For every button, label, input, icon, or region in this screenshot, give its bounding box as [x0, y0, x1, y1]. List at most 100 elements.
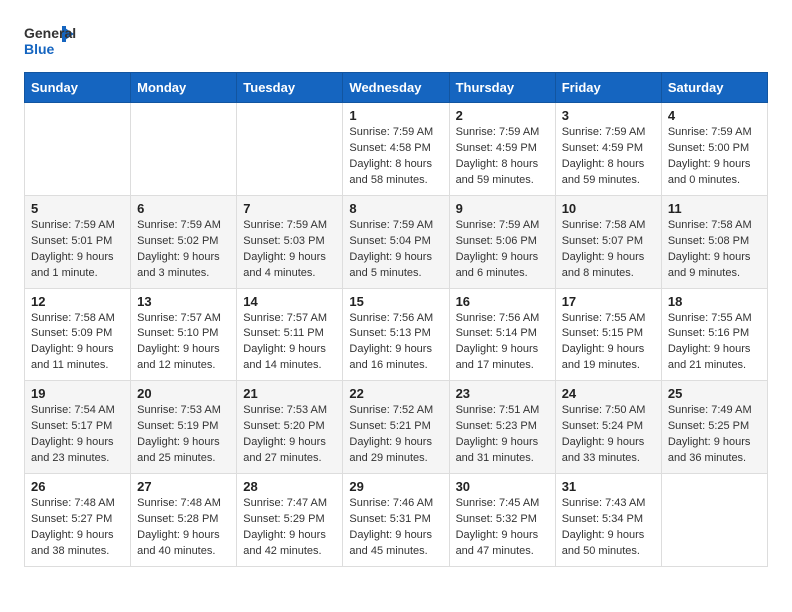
calendar-cell: 27 Sunrise: 7:48 AM Sunset: 5:28 PM Dayli…: [131, 474, 237, 567]
day-number: 31: [562, 479, 655, 494]
calendar-cell: 16 Sunrise: 7:56 AM Sunset: 5:14 PM Dayli…: [449, 288, 555, 381]
cell-text: Sunrise: 7:53 AM Sunset: 5:20 PM Dayligh…: [243, 403, 336, 467]
day-number: 20: [137, 386, 230, 401]
cell-text: Sunrise: 7:59 AM Sunset: 4:58 PM Dayligh…: [349, 125, 442, 189]
day-number: 12: [31, 294, 124, 309]
day-number: 5: [31, 201, 124, 216]
cell-text: Sunrise: 7:56 AM Sunset: 5:14 PM Dayligh…: [456, 311, 549, 375]
calendar-table: SundayMondayTuesdayWednesdayThursdayFrid…: [24, 72, 768, 567]
calendar-cell: 3Sunrise: 7:59 AM Sunset: 4:59 PM Daylig…: [555, 103, 661, 196]
calendar-cell: 12 Sunrise: 7:58 AM Sunset: 5:09 PM Dayli…: [25, 288, 131, 381]
day-number: 4: [668, 108, 761, 123]
calendar-week-row: 12 Sunrise: 7:58 AM Sunset: 5:09 PM Dayli…: [25, 288, 768, 381]
cell-text: Sunrise: 7:46 AM Sunset: 5:31 PM Dayligh…: [349, 496, 442, 560]
calendar-week-row: 5 Sunrise: 7:59 AM Sunset: 5:01 PM Daylig…: [25, 195, 768, 288]
calendar-cell: 13 Sunrise: 7:57 AM Sunset: 5:10 PM Dayli…: [131, 288, 237, 381]
calendar-cell: 20 Sunrise: 7:53 AM Sunset: 5:19 PM Dayli…: [131, 381, 237, 474]
calendar-cell: [25, 103, 131, 196]
weekday-header-tuesday: Tuesday: [237, 73, 343, 103]
calendar-cell: 10 Sunrise: 7:58 AM Sunset: 5:07 PM Dayli…: [555, 195, 661, 288]
cell-text: Sunrise: 7:59 AM Sunset: 5:01 PM Dayligh…: [31, 218, 124, 282]
cell-text: Sunrise: 7:48 AM Sunset: 5:27 PM Dayligh…: [31, 496, 124, 560]
calendar-cell: 11 Sunrise: 7:58 AM Sunset: 5:08 PM Dayli…: [661, 195, 767, 288]
day-number: 29: [349, 479, 442, 494]
day-number: 22: [349, 386, 442, 401]
day-number: 11: [668, 201, 761, 216]
cell-text: Sunrise: 7:57 AM Sunset: 5:10 PM Dayligh…: [137, 311, 230, 375]
day-number: 3: [562, 108, 655, 123]
day-number: 8: [349, 201, 442, 216]
cell-text: Sunrise: 7:58 AM Sunset: 5:08 PM Dayligh…: [668, 218, 761, 282]
day-number: 17: [562, 294, 655, 309]
calendar-cell: 23Sunrise: 7:51 AM Sunset: 5:23 PM Dayli…: [449, 381, 555, 474]
cell-text: Sunrise: 7:50 AM Sunset: 5:24 PM Dayligh…: [562, 403, 655, 467]
cell-text: Sunrise: 7:58 AM Sunset: 5:07 PM Dayligh…: [562, 218, 655, 282]
svg-text:General: General: [24, 25, 76, 41]
page: GeneralBlue SundayMondayTuesdayWednesday…: [0, 0, 792, 587]
day-number: 27: [137, 479, 230, 494]
calendar-cell: [661, 474, 767, 567]
day-number: 18: [668, 294, 761, 309]
day-number: 21: [243, 386, 336, 401]
day-number: 15: [349, 294, 442, 309]
cell-text: Sunrise: 7:59 AM Sunset: 5:06 PM Dayligh…: [456, 218, 549, 282]
calendar-cell: 5 Sunrise: 7:59 AM Sunset: 5:01 PM Daylig…: [25, 195, 131, 288]
svg-text:Blue: Blue: [24, 41, 55, 57]
calendar-cell: 26 Sunrise: 7:48 AM Sunset: 5:27 PM Dayli…: [25, 474, 131, 567]
calendar-cell: 6Sunrise: 7:59 AM Sunset: 5:02 PM Daylig…: [131, 195, 237, 288]
cell-text: Sunrise: 7:54 AM Sunset: 5:17 PM Dayligh…: [31, 403, 124, 467]
calendar-cell: 18 Sunrise: 7:55 AM Sunset: 5:16 PM Dayli…: [661, 288, 767, 381]
day-number: 2: [456, 108, 549, 123]
cell-text: Sunrise: 7:55 AM Sunset: 5:16 PM Dayligh…: [668, 311, 761, 375]
day-number: 1: [349, 108, 442, 123]
calendar-cell: 4Sunrise: 7:59 AM Sunset: 5:00 PM Daylig…: [661, 103, 767, 196]
calendar-cell: 7 Sunrise: 7:59 AM Sunset: 5:03 PM Daylig…: [237, 195, 343, 288]
day-number: 6: [137, 201, 230, 216]
cell-text: Sunrise: 7:53 AM Sunset: 5:19 PM Dayligh…: [137, 403, 230, 467]
day-number: 16: [456, 294, 549, 309]
calendar-cell: 28Sunrise: 7:47 AM Sunset: 5:29 PM Dayli…: [237, 474, 343, 567]
calendar-cell: [237, 103, 343, 196]
calendar-cell: 17Sunrise: 7:55 AM Sunset: 5:15 PM Dayli…: [555, 288, 661, 381]
calendar-cell: 31Sunrise: 7:43 AM Sunset: 5:34 PM Dayli…: [555, 474, 661, 567]
cell-text: Sunrise: 7:51 AM Sunset: 5:23 PM Dayligh…: [456, 403, 549, 467]
cell-text: Sunrise: 7:48 AM Sunset: 5:28 PM Dayligh…: [137, 496, 230, 560]
calendar-cell: 8 Sunrise: 7:59 AM Sunset: 5:04 PM Daylig…: [343, 195, 449, 288]
day-number: 30: [456, 479, 549, 494]
cell-text: Sunrise: 7:59 AM Sunset: 5:04 PM Dayligh…: [349, 218, 442, 282]
day-number: 9: [456, 201, 549, 216]
day-number: 26: [31, 479, 124, 494]
calendar-cell: 25 Sunrise: 7:49 AM Sunset: 5:25 PM Dayli…: [661, 381, 767, 474]
header: GeneralBlue: [24, 20, 768, 60]
day-number: 13: [137, 294, 230, 309]
weekday-header-row: SundayMondayTuesdayWednesdayThursdayFrid…: [25, 73, 768, 103]
day-number: 14: [243, 294, 336, 309]
calendar-cell: 24 Sunrise: 7:50 AM Sunset: 5:24 PM Dayli…: [555, 381, 661, 474]
weekday-header-sunday: Sunday: [25, 73, 131, 103]
calendar-week-row: 19 Sunrise: 7:54 AM Sunset: 5:17 PM Dayli…: [25, 381, 768, 474]
day-number: 25: [668, 386, 761, 401]
calendar-week-row: 1 Sunrise: 7:59 AM Sunset: 4:58 PM Daylig…: [25, 103, 768, 196]
day-number: 7: [243, 201, 336, 216]
cell-text: Sunrise: 7:58 AM Sunset: 5:09 PM Dayligh…: [31, 311, 124, 375]
cell-text: Sunrise: 7:45 AM Sunset: 5:32 PM Dayligh…: [456, 496, 549, 560]
calendar-cell: 9 Sunrise: 7:59 AM Sunset: 5:06 PM Daylig…: [449, 195, 555, 288]
calendar-cell: 29 Sunrise: 7:46 AM Sunset: 5:31 PM Dayli…: [343, 474, 449, 567]
cell-text: Sunrise: 7:57 AM Sunset: 5:11 PM Dayligh…: [243, 311, 336, 375]
cell-text: Sunrise: 7:52 AM Sunset: 5:21 PM Dayligh…: [349, 403, 442, 467]
calendar-cell: 14 Sunrise: 7:57 AM Sunset: 5:11 PM Dayli…: [237, 288, 343, 381]
day-number: 24: [562, 386, 655, 401]
cell-text: Sunrise: 7:59 AM Sunset: 5:03 PM Dayligh…: [243, 218, 336, 282]
calendar-week-row: 26 Sunrise: 7:48 AM Sunset: 5:27 PM Dayli…: [25, 474, 768, 567]
day-number: 10: [562, 201, 655, 216]
cell-text: Sunrise: 7:47 AM Sunset: 5:29 PM Dayligh…: [243, 496, 336, 560]
logo-svg: GeneralBlue: [24, 20, 84, 60]
calendar-cell: 19 Sunrise: 7:54 AM Sunset: 5:17 PM Dayli…: [25, 381, 131, 474]
cell-text: Sunrise: 7:49 AM Sunset: 5:25 PM Dayligh…: [668, 403, 761, 467]
weekday-header-monday: Monday: [131, 73, 237, 103]
day-number: 19: [31, 386, 124, 401]
cell-text: Sunrise: 7:56 AM Sunset: 5:13 PM Dayligh…: [349, 311, 442, 375]
calendar-cell: 21 Sunrise: 7:53 AM Sunset: 5:20 PM Dayli…: [237, 381, 343, 474]
calendar-cell: 2 Sunrise: 7:59 AM Sunset: 4:59 PM Daylig…: [449, 103, 555, 196]
cell-text: Sunrise: 7:59 AM Sunset: 4:59 PM Dayligh…: [456, 125, 549, 189]
